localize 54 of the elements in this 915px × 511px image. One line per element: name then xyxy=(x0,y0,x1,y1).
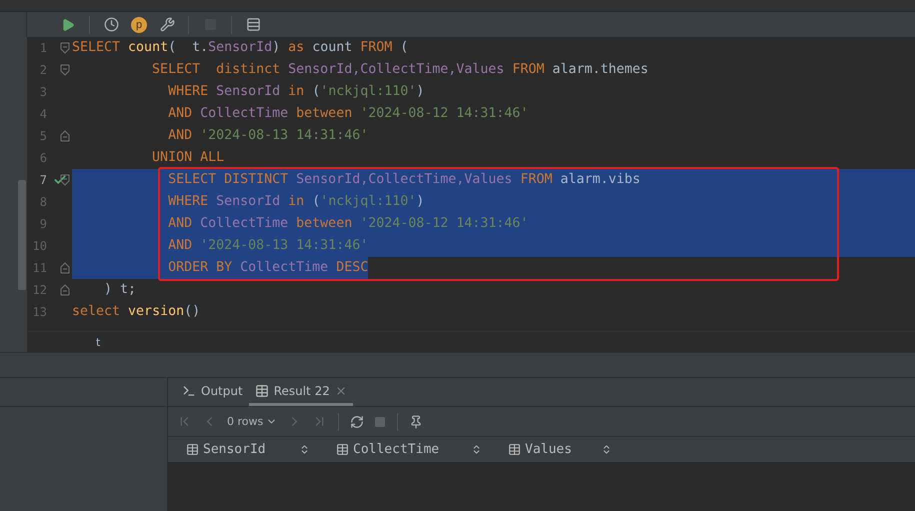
sort-icon[interactable] xyxy=(299,444,310,455)
code-line: SELECT count( t.SensorId) as count FROM ( xyxy=(72,39,408,57)
line-number: 3 xyxy=(38,85,47,99)
tab-label: Output xyxy=(201,384,243,398)
code-line: AND '2024-08-13 14:31:46' xyxy=(167,127,368,145)
clock-icon xyxy=(104,17,118,32)
line-number: 9 xyxy=(38,217,47,231)
fold-icon[interactable] xyxy=(60,174,70,186)
wrench-icon xyxy=(160,17,174,32)
fold-end-icon[interactable] xyxy=(60,284,70,296)
line-number: 7 xyxy=(38,173,47,187)
sort-icon[interactable] xyxy=(601,444,612,455)
panel-tab[interactable]: Result 22 xyxy=(248,378,353,406)
line-number: 13 xyxy=(32,305,47,319)
rows-button[interactable]: 0 rows xyxy=(224,410,280,432)
line-number: 5 xyxy=(38,129,47,143)
tab-label: Result 22 xyxy=(274,384,330,398)
scrollbar-thumb[interactable] xyxy=(18,180,26,290)
fold-icon[interactable] xyxy=(60,42,70,54)
line-number: 1 xyxy=(38,41,47,55)
line-number: 6 xyxy=(38,151,47,165)
fold-end-icon[interactable] xyxy=(60,262,70,274)
column-header[interactable]: CollectTime xyxy=(318,442,490,457)
panel-tab[interactable]: Output xyxy=(176,378,249,406)
check-icon xyxy=(53,173,67,187)
table-icon xyxy=(246,17,260,32)
line-number: 10 xyxy=(32,239,47,253)
sort-icon[interactable] xyxy=(471,444,482,455)
code-line: AND CollectTime between '2024-08-12 14:31:46' xyxy=(167,105,528,123)
refresh-icon xyxy=(350,414,364,428)
line-number: 8 xyxy=(38,195,47,209)
run-icon xyxy=(61,18,75,32)
column-icon xyxy=(508,443,521,456)
terminal-icon xyxy=(182,384,196,398)
code-line: select version() xyxy=(72,303,200,321)
line-number: 4 xyxy=(38,107,47,121)
fold-icon[interactable] xyxy=(60,64,70,76)
line-number: 12 xyxy=(32,283,47,297)
column-header[interactable]: Values xyxy=(490,442,620,457)
code-line: UNION ALL xyxy=(151,149,224,167)
line-number: 2 xyxy=(38,63,47,77)
code-line: SELECT distinct SensorId,CollectTime,Values FROM alarm.themes xyxy=(151,61,648,79)
column-icon xyxy=(186,443,199,456)
line-number: 11 xyxy=(32,261,47,275)
close-icon[interactable] xyxy=(334,384,347,396)
stop-icon xyxy=(374,416,386,428)
pin-icon xyxy=(409,414,424,428)
code-line: ) t; xyxy=(103,281,136,299)
table-icon xyxy=(254,384,269,398)
breadcrumb[interactable]: t xyxy=(96,336,100,349)
column-header[interactable]: SensorId xyxy=(168,442,318,457)
fold-end-icon[interactable] xyxy=(60,130,70,142)
code-line: WHERE SensorId in ('nckjql:110') xyxy=(167,83,424,101)
column-icon xyxy=(336,443,349,456)
